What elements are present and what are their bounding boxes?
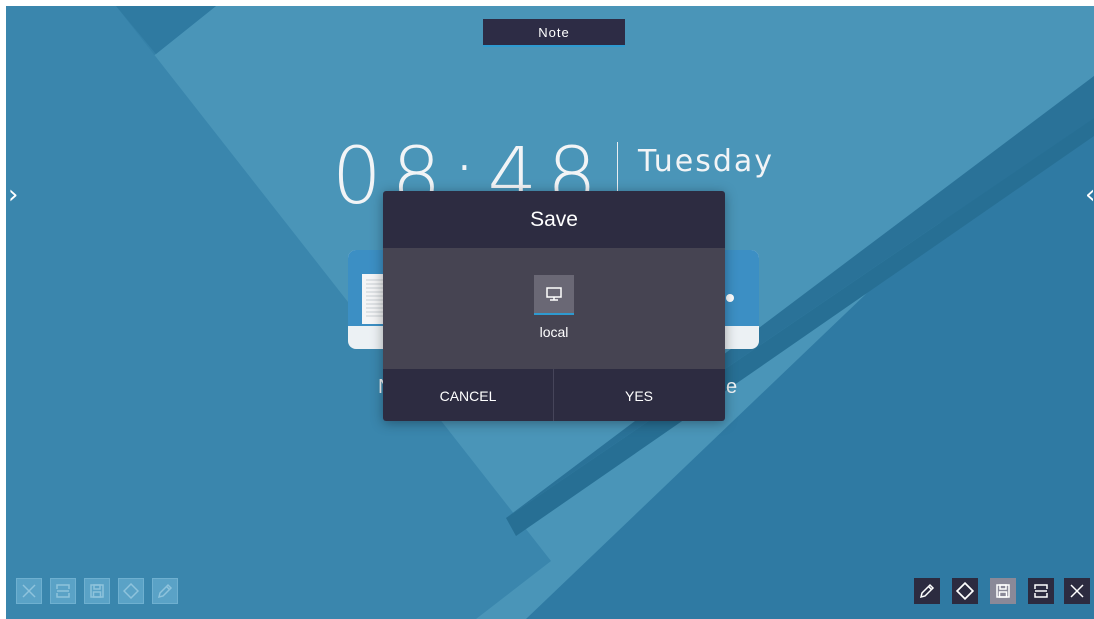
share-app-label: e [726,376,738,398]
capture-icon [56,584,70,598]
pen-icon [157,583,173,599]
right-chevron-icon[interactable]: ‹ [1085,182,1094,208]
eraser-icon [956,582,974,600]
yes-button[interactable]: YES [554,369,724,421]
close-icon [22,584,36,598]
toolbar-right-close-button[interactable] [1064,578,1090,604]
save-dialog-body: local [383,248,725,369]
close-icon [1070,584,1084,598]
left-chevron-icon[interactable]: › [8,182,18,208]
toolbar-left-capture-button[interactable] [50,578,76,604]
dot-icon [726,294,734,302]
toolbar-left-close-button[interactable] [16,578,42,604]
toolbar-left-pen-button[interactable] [152,578,178,604]
desktop-screen: Note › ‹ 08:48 Tuesday 06 N e Save [6,6,1094,619]
eraser-icon [123,583,139,599]
capture-icon [1034,584,1048,598]
toolbar-left-save-button[interactable] [84,578,110,604]
save-icon [996,584,1010,598]
save-dialog-actions: CANCEL YES [383,369,725,421]
local-location-label: local [539,324,569,340]
toolbar-right-save-button[interactable] [990,578,1016,604]
toolbar-right-eraser-button[interactable] [952,578,978,604]
save-dialog-title: Save [383,191,725,248]
save-dialog: Save local CANCEL YES [383,191,725,421]
local-location-button[interactable] [534,275,574,315]
monitor-icon [546,287,562,301]
toolbar-right-capture-button[interactable] [1028,578,1054,604]
note-tab[interactable]: Note [483,19,625,47]
save-icon [90,584,104,598]
cancel-button[interactable]: CANCEL [383,369,553,421]
pen-icon [919,583,935,599]
clock-day: Tuesday [638,144,775,179]
toolbar-left-eraser-button[interactable] [118,578,144,604]
toolbar-right-pen-button[interactable] [914,578,940,604]
